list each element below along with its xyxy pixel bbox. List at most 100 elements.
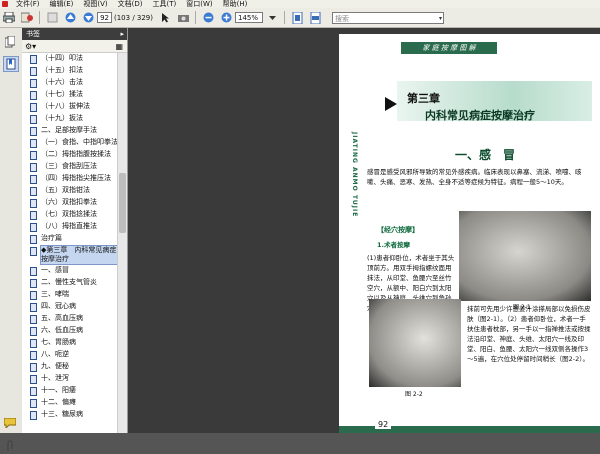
scrollbar-thumb[interactable] — [119, 173, 126, 233]
document-icon — [30, 279, 37, 288]
bookmark-item[interactable]: （十六）击法 — [22, 77, 118, 89]
bookmark-item[interactable]: 四、冠心病 — [22, 301, 118, 313]
figure-2-1-photo — [459, 211, 591, 301]
document-icon — [30, 163, 37, 172]
pages-icon — [4, 35, 16, 48]
next-page-button[interactable] — [81, 11, 95, 24]
bookmark-item[interactable]: （五）双指钳法 — [22, 185, 118, 197]
bookmark-label: 十三、糖尿病 — [41, 410, 83, 418]
zoom-out-button[interactable] — [201, 11, 215, 24]
fit-page-button[interactable] — [290, 11, 304, 24]
stamp-button[interactable] — [20, 11, 34, 24]
bookmark-item[interactable]: （二）拇指指腹按揉法 — [22, 149, 118, 161]
bookmark-label: （三）食指刮压法 — [41, 162, 97, 170]
prev-page-button[interactable] — [63, 11, 77, 24]
bookmark-item[interactable]: 三、哮喘 — [22, 289, 118, 301]
document-icon — [30, 399, 37, 408]
bookmark-item[interactable]: 二、慢性支气管炎 — [22, 277, 118, 289]
bookmark-item[interactable]: （十四）叩法 — [22, 53, 118, 65]
comment-icon — [3, 417, 17, 430]
document-icon — [30, 315, 37, 324]
arrow-up-icon — [65, 12, 75, 23]
bookmark-label: ◆第三章 内科常见病症按摩治疗 — [40, 245, 118, 265]
attachments-panel-button[interactable] — [5, 440, 15, 452]
menu-document[interactable]: 文档(D) — [113, 0, 148, 8]
bookmarks-panel-button[interactable] — [3, 56, 19, 72]
stamp-icon — [20, 12, 33, 23]
figure-2-2-photo — [369, 299, 461, 387]
select-tool-button[interactable] — [158, 11, 172, 24]
bookmark-item[interactable]: 十一、阳痿 — [22, 385, 118, 397]
bookmark-item[interactable]: 六、低血压病 — [22, 325, 118, 337]
chapter-number: 第三章 — [407, 92, 440, 105]
document-icon — [30, 223, 37, 232]
bookmark-item[interactable]: 十二、偏瘫 — [22, 397, 118, 409]
print-button[interactable] — [2, 11, 16, 24]
document-viewport[interactable]: 家 庭 按 摩 图 解 JIATING ANMO TUJIE 第三章 内科常见病… — [128, 28, 600, 433]
bookmark-label: 十二、偏瘫 — [41, 398, 76, 406]
bookmark-item[interactable]: 治疗篇 — [22, 233, 118, 245]
bookmark-label: （十六）击法 — [41, 78, 83, 86]
bookmark-label: （七）双指捻揉法 — [41, 210, 97, 218]
close-panel-button[interactable]: ▸ — [120, 28, 124, 40]
menu-window[interactable]: 窗口(W) — [181, 0, 217, 8]
fit-width-button[interactable] — [308, 11, 322, 24]
new-bookmark-icon[interactable]: ▦ — [115, 42, 123, 51]
chevron-down-icon[interactable]: ▾ — [439, 13, 442, 25]
bookmark-item[interactable]: 十、泄泻 — [22, 373, 118, 385]
bookmark-label: 六、低血压病 — [41, 326, 83, 334]
bookmark-item[interactable]: （一）食指、中指叩拳法 — [22, 137, 118, 149]
zoom-in-icon — [221, 12, 231, 23]
snapshot-button[interactable] — [176, 11, 190, 24]
bookmark-item[interactable]: （六）双指扣拳法 — [22, 197, 118, 209]
bookmark-list: （十四）叩法 （十五）扣法 （十六）击法 （十七）揉法 （十八）拔伸法 （十九）扳法 二、足… — [22, 53, 118, 433]
paperclip-icon — [7, 440, 13, 451]
bookmark-item[interactable]: 八、呃逆 — [22, 349, 118, 361]
subsection-tag: 【经穴按摩】 — [377, 226, 419, 234]
page-number-input[interactable]: 92 — [97, 12, 112, 23]
bookmark-item[interactable]: （十七）揉法 — [22, 89, 118, 101]
bookmark-item[interactable]: （十八）拔伸法 — [22, 101, 118, 113]
bookmark-item[interactable]: 二、足部按摩手法 — [22, 125, 118, 137]
hand-tool-button[interactable] — [45, 11, 59, 24]
bookmark-item[interactable]: （十九）扳法 — [22, 113, 118, 125]
zoom-in-button[interactable] — [219, 11, 233, 24]
bookmark-label: （二）拇指指腹按揉法 — [41, 150, 111, 158]
bookmark-item[interactable]: ◆第三章 内科常见病症按摩治疗 — [22, 245, 118, 265]
cursor-icon — [161, 13, 169, 23]
document-icon — [30, 127, 37, 136]
bookmark-item[interactable]: （十五）扣法 — [22, 65, 118, 77]
document-icon — [30, 327, 37, 336]
bookmark-label: 五、高血压病 — [41, 314, 83, 322]
arrow-down-icon — [83, 12, 93, 23]
document-icon — [30, 79, 37, 88]
bookmark-scrollbar[interactable] — [117, 53, 127, 433]
menu-file[interactable]: 文件(F) — [11, 0, 45, 8]
bookmark-item[interactable]: （三）食指刮压法 — [22, 161, 118, 173]
bookmark-item[interactable]: 一、感冒 — [22, 265, 118, 277]
bookmark-item[interactable]: （八）拇指直推法 — [22, 221, 118, 233]
document-icon — [30, 115, 37, 124]
menu-help[interactable]: 帮助(H) — [218, 0, 253, 8]
comments-panel-button[interactable] — [3, 417, 17, 430]
bookmark-item[interactable]: 五、高血压病 — [22, 313, 118, 325]
menu-tools[interactable]: 工具(T) — [148, 0, 182, 8]
bookmark-label: （十五）扣法 — [41, 66, 83, 74]
bookmark-item[interactable]: （七）双指捻揉法 — [22, 209, 118, 221]
bookmark-item[interactable]: 十三、糖尿病 — [22, 409, 118, 421]
document-icon — [30, 175, 37, 184]
fit-width-icon — [310, 11, 320, 24]
bookmark-item[interactable]: （四）拇指指尖推压法 — [22, 173, 118, 185]
bookmark-item[interactable]: 七、胃肠病 — [22, 337, 118, 349]
menu-edit[interactable]: 编辑(E) — [45, 0, 79, 8]
section-title: 一、感 冒 — [455, 148, 516, 162]
zoom-dropdown-button[interactable] — [265, 11, 279, 24]
bookmark-item[interactable]: 九、便秘 — [22, 361, 118, 373]
menu-view[interactable]: 视图(V) — [78, 0, 112, 8]
bookmark-label: 二、足部按摩手法 — [41, 126, 97, 134]
search-input[interactable]: 搜索 ▾ — [332, 11, 444, 25]
document-icon — [30, 55, 37, 64]
zoom-level-select[interactable]: 145% — [235, 12, 263, 23]
pages-panel-button[interactable] — [4, 35, 16, 48]
options-gear-icon[interactable]: ⚙▾ — [25, 42, 36, 51]
